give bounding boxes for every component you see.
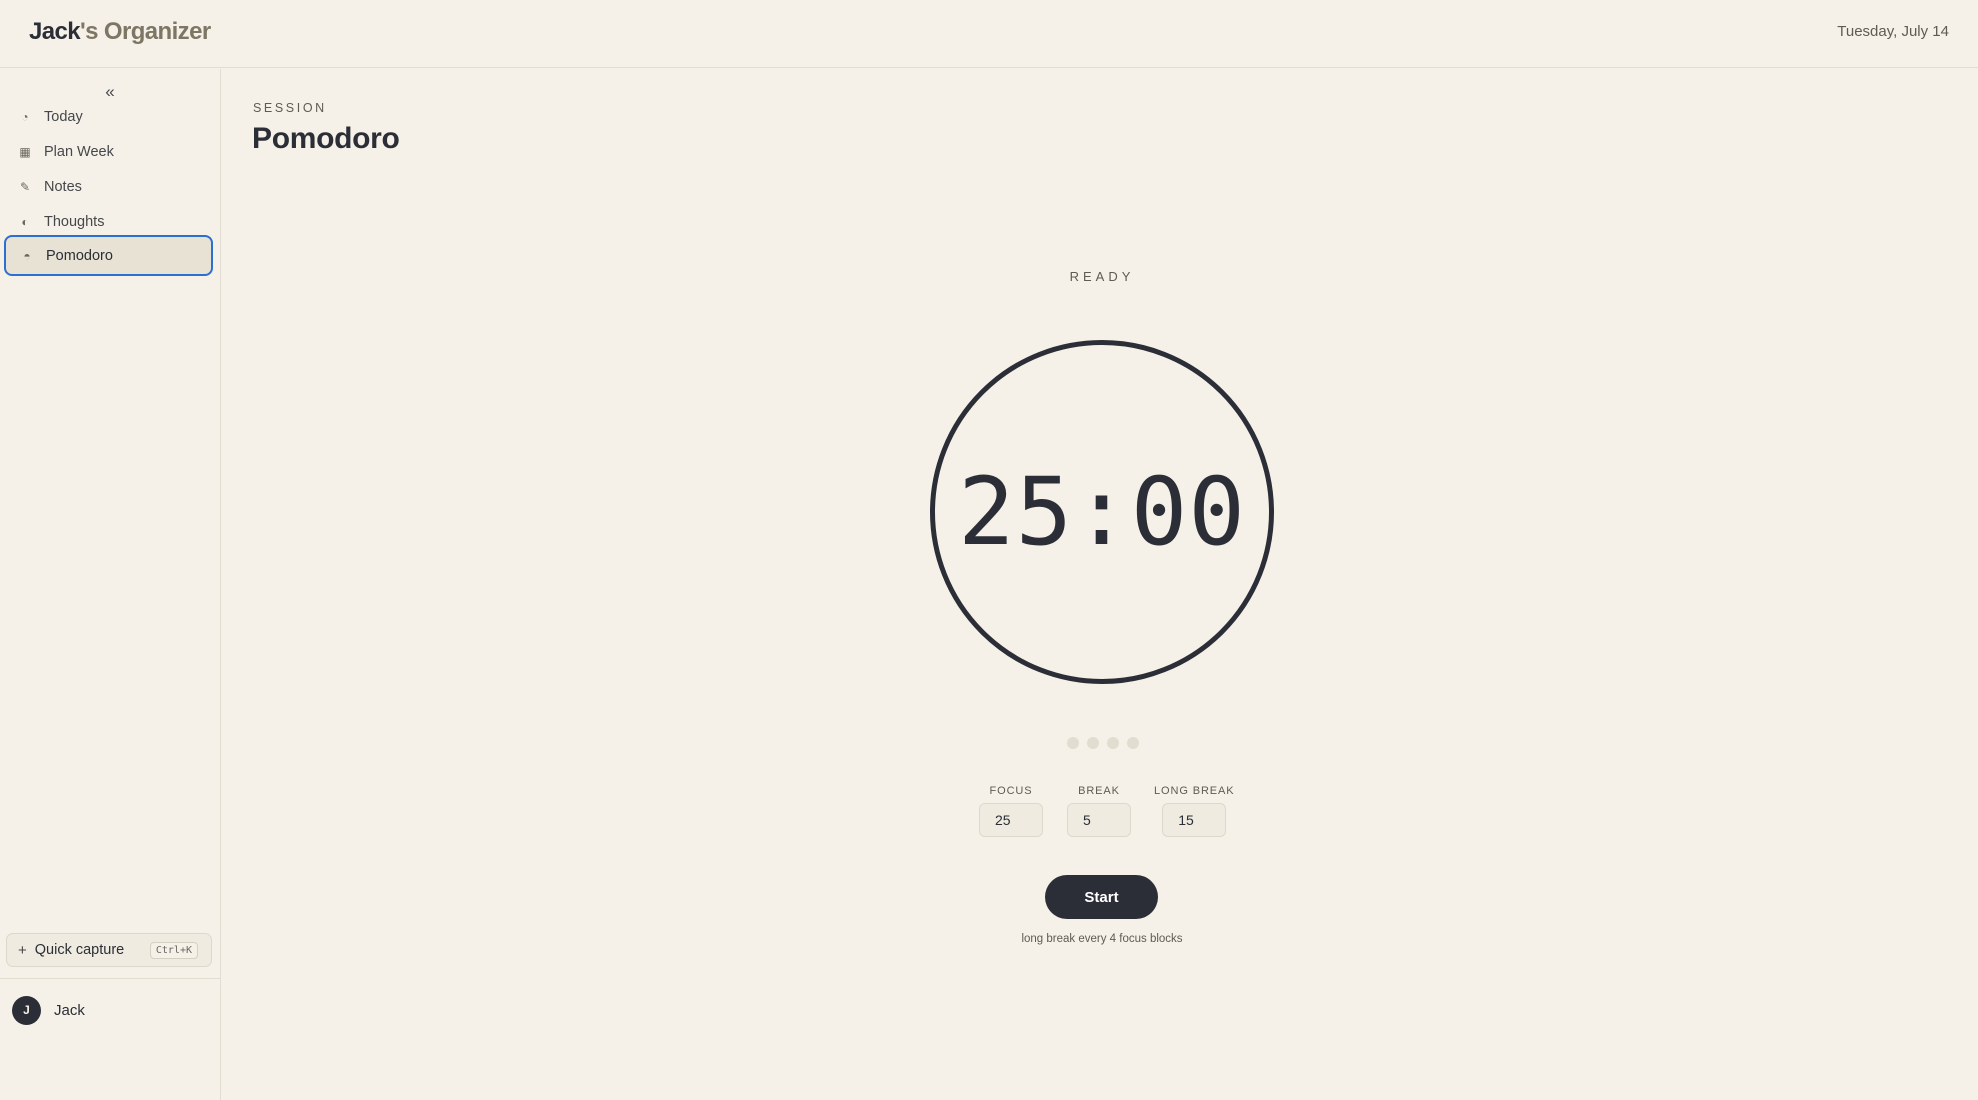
- sidebar: « ◔ Today ▦ Plan Week ✎ Notes ◐ Thoughts…: [0, 69, 221, 1100]
- app-title-rest: 's Organizer: [80, 18, 211, 45]
- shortcut-badge: Ctrl+K: [149, 941, 198, 959]
- start-button[interactable]: Start: [1045, 875, 1158, 919]
- break-label: BREAK: [1078, 785, 1120, 797]
- current-date: Tuesday, July 14: [1837, 23, 1949, 40]
- focus-setting: FOCUS: [979, 785, 1043, 837]
- user-profile[interactable]: J Jack: [12, 995, 85, 1025]
- progress-dot: [1067, 737, 1079, 749]
- quick-capture-label: Quick capture: [34, 942, 125, 958]
- clock-icon: ◔: [21, 109, 29, 124]
- timer-display: 25:00: [958, 457, 1246, 567]
- timer-status: READY: [1069, 269, 1135, 284]
- focus-label: FOCUS: [989, 785, 1033, 797]
- long-break-label: LONG BREAK: [1154, 785, 1235, 797]
- progress-dot: [1127, 737, 1139, 749]
- grid-icon: ▦: [19, 144, 31, 159]
- break-minutes-input[interactable]: [1067, 803, 1131, 837]
- pencil-icon: ✎: [19, 179, 31, 194]
- sidebar-item-pomodoro[interactable]: ◓ Pomodoro: [4, 235, 213, 276]
- sidebar-item-label: Thoughts: [44, 213, 105, 230]
- break-setting: BREAK: [1067, 785, 1131, 837]
- avatar: J: [12, 995, 41, 1025]
- plus-icon: +: [18, 941, 27, 959]
- sidebar-item-label: Plan Week: [44, 143, 114, 160]
- progress-dot: [1107, 737, 1119, 749]
- long-break-minutes-input[interactable]: [1162, 803, 1227, 837]
- half-circle-icon: ◐: [21, 214, 29, 229]
- session-progress-dots: [1067, 737, 1139, 749]
- long-break-setting: LONG BREAK: [1154, 785, 1235, 837]
- focus-minutes-input[interactable]: [979, 803, 1043, 837]
- user-name: Jack: [54, 1001, 85, 1019]
- tomato-icon: ◓: [23, 248, 31, 263]
- app-title-owner: Jack: [29, 18, 81, 45]
- page-title: Pomodoro: [252, 122, 400, 155]
- section-eyebrow: SESSION: [253, 101, 327, 115]
- sidebar-item-label: Today: [44, 108, 83, 125]
- long-break-hint: long break every 4 focus blocks: [1021, 933, 1183, 945]
- top-bar: Jack's Organizer Tuesday, July 14: [0, 0, 1978, 68]
- progress-dot: [1087, 737, 1099, 749]
- main-content: SESSION Pomodoro READY 25:00 FOCUS BREAK…: [222, 69, 1978, 1100]
- sidebar-item-label: Pomodoro: [46, 247, 113, 264]
- quick-capture-button[interactable]: + Quick capture Ctrl+K: [6, 933, 212, 967]
- sidebar-divider: [0, 978, 221, 979]
- sidebar-item-label: Notes: [44, 178, 82, 195]
- app-title: Jack's Organizer: [29, 18, 211, 46]
